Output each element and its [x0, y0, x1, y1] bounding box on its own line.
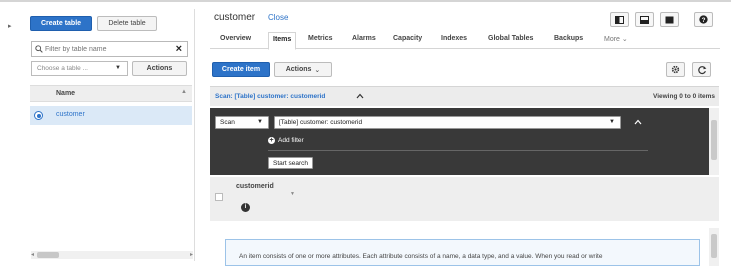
tab-capacity[interactable]: Capacity	[393, 35, 422, 42]
collapse-panel-icon[interactable]	[634, 119, 642, 125]
scan-section-header[interactable]: Scan: [Table] customer: customerid Viewi…	[210, 86, 719, 106]
chevron-down-icon: ⌄	[621, 36, 628, 43]
panel-divider	[268, 150, 648, 151]
chevron-down-icon: ▼	[257, 119, 263, 125]
top-border	[0, 0, 731, 2]
choose-table-text: Choose a table ...	[37, 65, 88, 72]
vertical-scrollbar[interactable]	[709, 228, 719, 266]
full-view-button[interactable]	[660, 12, 679, 27]
chevron-down-icon: ▼	[115, 65, 121, 71]
delete-table-button[interactable]: Delete table	[97, 16, 157, 31]
tab-items[interactable]: Items	[268, 32, 297, 50]
scroll-thumb[interactable]	[37, 252, 59, 258]
chevron-down-icon: ▼	[609, 119, 615, 125]
scroll-thumb[interactable]	[711, 120, 717, 160]
chevron-down-icon: ⌄	[314, 66, 321, 74]
tab-metrics[interactable]: Metrics	[308, 35, 333, 42]
table-filter-input[interactable]	[45, 45, 175, 53]
scan-mode-value: Scan	[220, 119, 235, 126]
gear-icon	[671, 65, 680, 74]
table-list-header: Name ▲	[30, 85, 192, 102]
tab-more-label: More	[604, 36, 620, 43]
tab-alarms[interactable]: Alarms	[352, 35, 376, 42]
collapse-arrow-icon[interactable]: ▸	[8, 22, 12, 30]
tab-overview[interactable]: Overview	[220, 35, 251, 42]
index-select[interactable]: [Table] customer: customerid ▼	[274, 116, 621, 129]
tab-more[interactable]: More ⌄	[604, 35, 628, 43]
tab-bar: Overview Items Metrics Alarms Capacity I…	[210, 32, 720, 50]
add-filter-label: Add filter	[278, 137, 304, 144]
row-radio[interactable]	[34, 111, 43, 120]
scroll-thumb[interactable]	[711, 234, 717, 258]
tab-indexes[interactable]: Indexes	[441, 35, 467, 42]
vertical-scrollbar[interactable]	[709, 108, 719, 175]
bottom-view-icon	[640, 15, 649, 24]
split-view-icon	[615, 15, 624, 24]
column-name-label[interactable]: Name	[56, 90, 75, 97]
plus-circle-icon: +	[268, 137, 275, 144]
create-item-button[interactable]: Create item	[212, 62, 270, 77]
info-icon[interactable]: i	[241, 203, 250, 212]
results-table-header: customerid ▼ i	[210, 177, 719, 221]
scroll-right-icon[interactable]: ▸	[190, 251, 193, 258]
table-row[interactable]: customer	[30, 106, 192, 125]
clear-filter-icon[interactable]: ×	[176, 43, 182, 55]
sort-icon[interactable]: ▲	[181, 89, 187, 95]
index-value: [Table] customer: customerid	[279, 119, 363, 126]
page-title: customer	[214, 12, 256, 23]
sort-icon[interactable]: ▼	[290, 191, 295, 197]
scan-query-panel: Scan ▼ [Table] customer: customerid ▼ + …	[210, 108, 709, 175]
info-message-text: An item consists of one or more attribut…	[239, 253, 603, 260]
svg-text:?: ?	[702, 17, 706, 24]
scan-summary-label[interactable]: Scan: [Table] customer: customerid	[215, 93, 325, 100]
left-actions-button[interactable]: Actions	[132, 61, 187, 76]
refresh-button[interactable]	[692, 62, 711, 77]
choose-table-select[interactable]: Choose a table ... ▼	[31, 61, 128, 76]
actions-dropdown-button[interactable]: Actions ⌄	[274, 62, 332, 77]
column-customerid[interactable]: customerid	[236, 183, 274, 190]
actions-label: Actions	[285, 66, 312, 73]
scan-mode-select[interactable]: Scan ▼	[215, 116, 269, 129]
horizontal-scrollbar[interactable]: ◂ ▸	[31, 251, 193, 259]
help-button[interactable]: ?	[694, 12, 713, 27]
table-filter-field[interactable]: ×	[31, 41, 188, 57]
search-icon	[35, 45, 43, 53]
create-table-button[interactable]: Create table	[30, 16, 92, 31]
start-search-button[interactable]: Start search	[268, 157, 314, 169]
tab-global-tables[interactable]: Global Tables	[488, 35, 533, 42]
full-view-icon	[665, 16, 674, 23]
add-filter-link[interactable]: + Add filter	[268, 137, 304, 144]
bottom-view-button[interactable]	[635, 12, 654, 27]
help-icon: ?	[699, 15, 708, 24]
info-message-box: An item consists of one or more attribut…	[225, 239, 700, 266]
select-all-checkbox[interactable]	[215, 193, 223, 201]
table-name-cell[interactable]: customer	[56, 111, 85, 118]
chevron-up-icon[interactable]	[356, 93, 364, 99]
close-link[interactable]: Close	[268, 13, 288, 22]
tab-backups[interactable]: Backups	[554, 35, 583, 42]
viewing-count: Viewing 0 to 0 items	[652, 93, 715, 100]
split-view-button[interactable]	[610, 12, 629, 27]
refresh-icon	[697, 65, 706, 74]
scroll-left-icon[interactable]: ◂	[31, 251, 34, 258]
settings-button[interactable]	[666, 62, 685, 77]
